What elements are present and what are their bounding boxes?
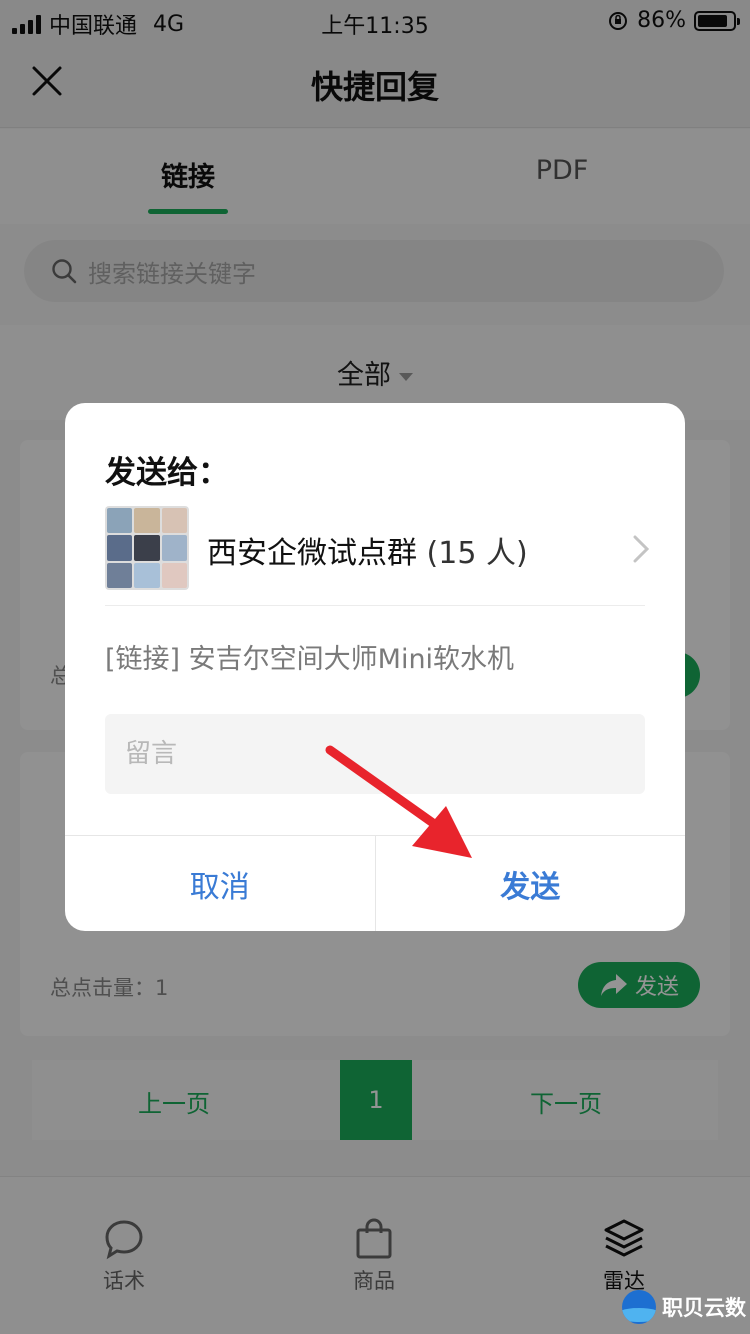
- group-member-count: (15 人): [426, 536, 528, 571]
- chevron-right-icon[interactable]: [631, 533, 651, 565]
- send-to-dialog: 发送给： 西安企微试点群 (15 人) [链接] 安吉尔空间大师Mini软水机 …: [65, 403, 685, 931]
- watermark-text: 职贝云数: [662, 1296, 746, 1320]
- message-input[interactable]: 留言: [105, 714, 645, 794]
- shared-link-description: [链接] 安吉尔空间大师Mini软水机: [105, 644, 515, 675]
- group-avatar: [105, 506, 189, 590]
- watermark-logo-icon: [622, 1290, 656, 1324]
- dialog-title: 发送给：: [105, 455, 229, 491]
- group-name[interactable]: 西安企微试点群 (15 人): [207, 528, 528, 572]
- cancel-button[interactable]: 取消: [65, 836, 376, 931]
- watermark: 职贝云数: [622, 1287, 746, 1327]
- group-title: 西安企微试点群: [207, 536, 417, 571]
- dialog-actions: 取消 发送: [65, 835, 685, 931]
- send-button[interactable]: 发送: [376, 836, 686, 931]
- divider: [105, 605, 645, 606]
